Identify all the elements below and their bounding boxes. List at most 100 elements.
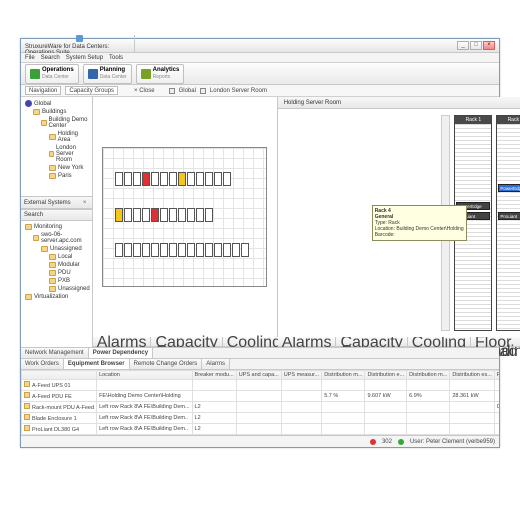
tab[interactable]: Network Management <box>21 348 89 358</box>
maximize-button[interactable]: □ <box>470 41 482 50</box>
menubar[interactable]: File Search System Setup Tools <box>21 53 499 63</box>
operations-button[interactable]: OperationsData Center <box>25 64 79 84</box>
cabinet[interactable] <box>205 208 213 222</box>
tree-node[interactable]: London Server Room <box>23 144 90 164</box>
cabinet[interactable] <box>115 208 123 222</box>
search-header[interactable]: Search <box>21 209 92 221</box>
cabinet[interactable] <box>151 172 159 186</box>
cabinet[interactable] <box>223 243 231 257</box>
navigation-tab[interactable]: Navigation <box>25 86 61 95</box>
cabinet[interactable] <box>142 172 150 186</box>
cabinet[interactable] <box>205 243 213 257</box>
rack-tabs[interactable]: AlarmsCapacity GroupCoolingFloor Loading… <box>278 337 520 347</box>
bottom-tabs-a[interactable]: Network ManagementPower Dependency <box>21 348 499 359</box>
cabinet[interactable] <box>133 172 141 186</box>
cabinet[interactable] <box>160 208 168 222</box>
tree-node[interactable]: Virtualization <box>23 293 90 301</box>
navigation-tree[interactable]: GlobalBuildingsBuilding Demo CenterHoldi… <box>21 97 92 197</box>
cabinet[interactable] <box>160 243 168 257</box>
tab[interactable]: Alarms <box>278 337 337 346</box>
cabinet[interactable] <box>151 208 159 222</box>
rack-body[interactable]: PowerEdge 2850 ProLiant DL380 G4 <box>497 124 520 330</box>
cabinet[interactable] <box>133 243 141 257</box>
column-header[interactable]: Distribution e... <box>365 371 407 380</box>
cabinet[interactable] <box>124 172 132 186</box>
table-row[interactable]: Blade Enclosure 1Left row Rack 8\A FE\Bu… <box>22 413 500 424</box>
tree-node[interactable]: Building Demo Center <box>23 116 90 130</box>
floor-plan[interactable] <box>102 147 267 287</box>
cabinet[interactable] <box>196 208 204 222</box>
column-header[interactable]: UPS measur... <box>281 371 321 380</box>
cabinet[interactable] <box>142 208 150 222</box>
cabinet[interactable] <box>178 208 186 222</box>
analytics-button[interactable]: AnalyticsReports <box>136 64 185 84</box>
table-row[interactable]: A-Feed UPS 01 <box>22 380 500 391</box>
menu-file[interactable]: File <box>25 55 35 61</box>
server[interactable]: ProLiant DL380 G4 <box>498 212 520 220</box>
cabinet[interactable] <box>196 172 204 186</box>
tab[interactable]: Alarms <box>93 337 152 346</box>
cabinet[interactable] <box>178 172 186 186</box>
tree-node[interactable]: New York <box>23 164 90 172</box>
column-header[interactable]: Distribution es... <box>450 371 494 380</box>
cabinet[interactable] <box>115 243 123 257</box>
tree-node[interactable]: PDU <box>23 269 90 277</box>
server[interactable]: PowerEdge 2850 <box>498 184 520 192</box>
tab[interactable]: Remote Change Orders <box>130 359 203 369</box>
column-header[interactable] <box>22 371 97 380</box>
cabinet[interactable] <box>151 243 159 257</box>
tab[interactable]: Capacity Group <box>151 337 222 346</box>
external-systems-header[interactable]: External Systems× <box>21 197 92 209</box>
cabinet[interactable] <box>187 208 195 222</box>
tree-node[interactable]: Unassigned <box>23 285 90 293</box>
tab[interactable]: Power Dependency <box>89 348 153 358</box>
tab[interactable]: Floor Loading <box>471 337 520 346</box>
cabinet[interactable] <box>187 172 195 186</box>
planning-button[interactable]: PlanningData Center <box>83 64 132 84</box>
tree-node[interactable]: Paris <box>23 172 90 180</box>
cabinet[interactable] <box>124 208 132 222</box>
close-nav[interactable]: × Close <box>134 88 155 94</box>
menu-system-setup[interactable]: System Setup <box>66 55 103 61</box>
floor-tabs[interactable]: AlarmsCapacity GroupCoolingFloor Loading… <box>93 337 277 347</box>
tab[interactable]: Alarms <box>202 359 230 369</box>
cabinet[interactable] <box>214 172 222 186</box>
rack[interactable]: Rack 2PowerEdge 2850ProLiant DL380 G4 <box>496 115 520 331</box>
cabinet[interactable] <box>133 208 141 222</box>
tab[interactable]: Work Orders <box>21 359 64 369</box>
tree-node[interactable]: Holding Area <box>23 130 90 144</box>
table-row[interactable]: A-Feed PDU FEFE\Holding Demo Center\Hold… <box>22 391 500 402</box>
breadcrumb-room[interactable]: London Server Room <box>210 88 267 94</box>
data-grid[interactable]: LocationBreaker modu...UPS and capa...UP… <box>21 370 499 435</box>
rack-area[interactable]: Rack tools Rack 1PowerEdge 2850ProLiant … <box>278 109 520 337</box>
close-icon[interactable]: × <box>81 200 89 206</box>
tab[interactable]: Cooling <box>408 337 471 346</box>
cabinet[interactable] <box>178 243 186 257</box>
tree-node[interactable]: Monitoring <box>23 223 90 231</box>
cabinet[interactable] <box>241 243 249 257</box>
external-systems-tree[interactable]: Monitoringswo-06-server.apc.com Unassigne… <box>21 221 92 347</box>
table-row[interactable]: ProLiant DL380 G4Left row Rack 8\A FE\Bu… <box>22 424 500 435</box>
tree-node[interactable]: Global <box>23 99 90 108</box>
cabinet[interactable] <box>214 243 222 257</box>
close-button[interactable]: × <box>483 41 495 50</box>
tree-node[interactable]: swo-06-server.apc.com <box>23 231 90 245</box>
minimize-button[interactable]: _ <box>457 41 469 50</box>
table-row[interactable]: Rack-mount PDU A-FeedLeft row Rack 8\A F… <box>22 402 500 413</box>
cabinet[interactable] <box>169 172 177 186</box>
menu-tools[interactable]: Tools <box>109 55 123 61</box>
cabinet[interactable] <box>115 172 123 186</box>
column-header[interactable]: Distribution m... <box>322 371 365 380</box>
column-header[interactable]: Location <box>97 371 192 380</box>
breadcrumb-global[interactable]: Global <box>179 88 196 94</box>
bottom-tabs-b[interactable]: Work OrdersEquipment BrowserRemote Chang… <box>21 359 499 370</box>
tree-node[interactable]: PXB <box>23 277 90 285</box>
cabinet[interactable] <box>205 172 213 186</box>
tab[interactable]: Capacity Group <box>336 337 407 346</box>
column-header[interactable]: Rack measure... <box>494 371 499 380</box>
tree-node[interactable]: Buildings <box>23 108 90 116</box>
menu-search[interactable]: Search <box>41 55 60 61</box>
cabinet[interactable] <box>196 243 204 257</box>
tree-node[interactable]: Modular <box>23 261 90 269</box>
column-header[interactable]: Breaker modu... <box>192 371 236 380</box>
